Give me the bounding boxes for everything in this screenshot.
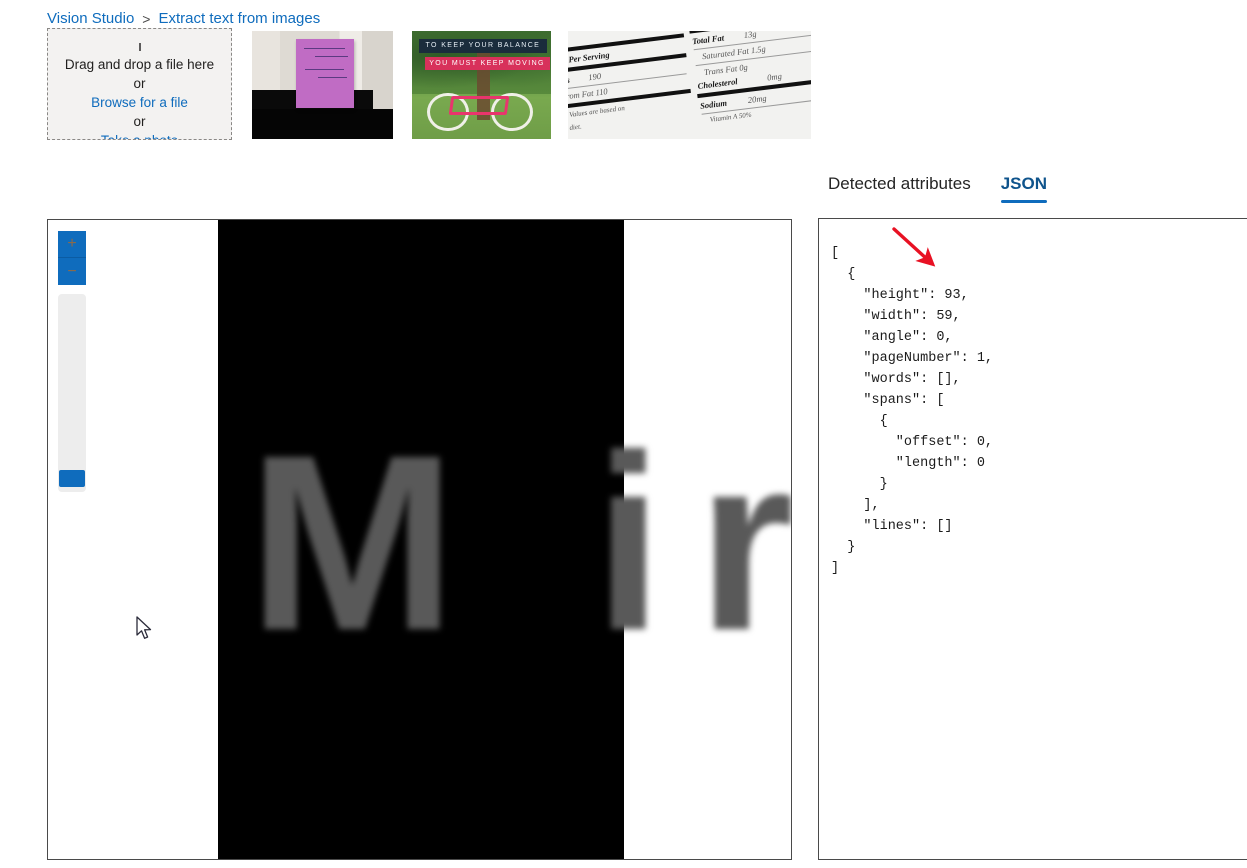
thumb-bike-sign-top: TO KEEP YOUR BALANCE bbox=[418, 38, 547, 53]
json-output-text: [ { "height": 93, "width": 59, "angle": … bbox=[831, 245, 994, 576]
thumb-label-text: Sodium bbox=[699, 97, 728, 111]
breadcrumb: Vision Studio > Extract text from images bbox=[47, 10, 320, 28]
zoom-slider-track[interactable] bbox=[58, 294, 86, 492]
tab-detected-attributes[interactable]: Detected attributes bbox=[828, 174, 971, 203]
thumb-label-text: 20mg bbox=[747, 92, 768, 105]
results-tablist: Detected attributes JSON bbox=[828, 174, 1048, 203]
dropzone-or-1: or bbox=[133, 76, 146, 91]
page-root: Vision Studio > Extract text from images… bbox=[0, 0, 1247, 868]
thumb-label-text: Cholesterol bbox=[697, 76, 739, 91]
thumb-sticky-note bbox=[295, 38, 354, 108]
thumb-bike-sign-top-text: TO KEEP YOUR BALANCE bbox=[425, 41, 541, 49]
sample-thumbnail-sticky-note[interactable] bbox=[252, 31, 393, 139]
thumb-label-rotated-layer: Amount Per Serving Calories190 lories fr… bbox=[568, 31, 811, 139]
sample-thumbnail-nutrition-label[interactable]: Amount Per Serving Calories190 lories fr… bbox=[568, 31, 811, 139]
breadcrumb-current-page[interactable]: Extract text from images bbox=[158, 10, 320, 28]
breadcrumb-separator-icon: > bbox=[142, 11, 151, 27]
zoom-slider-thumb[interactable] bbox=[59, 470, 85, 487]
json-output-panel[interactable]: [ { "height": 93, "width": 59, "angle": … bbox=[818, 218, 1247, 860]
zoom-button-group: + − bbox=[58, 231, 86, 285]
dropzone-drag-text: Drag and drop a file here bbox=[64, 57, 215, 72]
image-viewer[interactable]: M ir + − bbox=[47, 219, 792, 860]
mouse-cursor-icon bbox=[136, 616, 152, 639]
viewer-image-text: M ir bbox=[248, 403, 792, 682]
tab-json[interactable]: JSON bbox=[1000, 174, 1048, 203]
thumb-bike-frame bbox=[448, 95, 510, 116]
thumb-label-text: 13g bbox=[743, 31, 758, 40]
thumb-label-right-column: Package: 4 n Per Serving Total Fat13g Sa… bbox=[681, 31, 811, 139]
browse-for-file-link[interactable]: Browse for a file bbox=[91, 93, 188, 112]
thumb-label-text: Calorie diet. bbox=[568, 122, 583, 134]
dropzone-or-2: or bbox=[133, 114, 146, 129]
thumb-label-text: Calories bbox=[568, 74, 571, 88]
zoom-in-button[interactable]: + bbox=[58, 231, 86, 258]
thumb-label-text: 190 bbox=[587, 70, 602, 83]
thumb-bike-sign-bottom: YOU MUST KEEP MOVING bbox=[424, 56, 550, 70]
thumb-label-left-column: Amount Per Serving Calories190 lories fr… bbox=[568, 31, 704, 139]
file-dropzone[interactable]: Drag and drop a file here or Browse for … bbox=[47, 28, 232, 140]
thumb-bike-sign-bottom-text: YOU MUST KEEP MOVING bbox=[429, 59, 545, 67]
breadcrumb-root-link[interactable]: Vision Studio bbox=[47, 10, 134, 28]
thumb-label-text: Total Fat bbox=[691, 32, 725, 47]
take-a-photo-link[interactable]: Take a photo bbox=[101, 131, 178, 139]
sample-thumbnail-bicycle[interactable]: TO KEEP YOUR BALANCE YOU MUST KEEP MOVIN… bbox=[412, 31, 551, 139]
upload-icon bbox=[138, 43, 141, 51]
thumb-label-text: 0mg bbox=[766, 70, 783, 83]
viewer-canvas[interactable]: M ir bbox=[218, 220, 791, 859]
zoom-out-button[interactable]: − bbox=[58, 258, 86, 285]
thumb-sticky-desk bbox=[252, 108, 393, 139]
